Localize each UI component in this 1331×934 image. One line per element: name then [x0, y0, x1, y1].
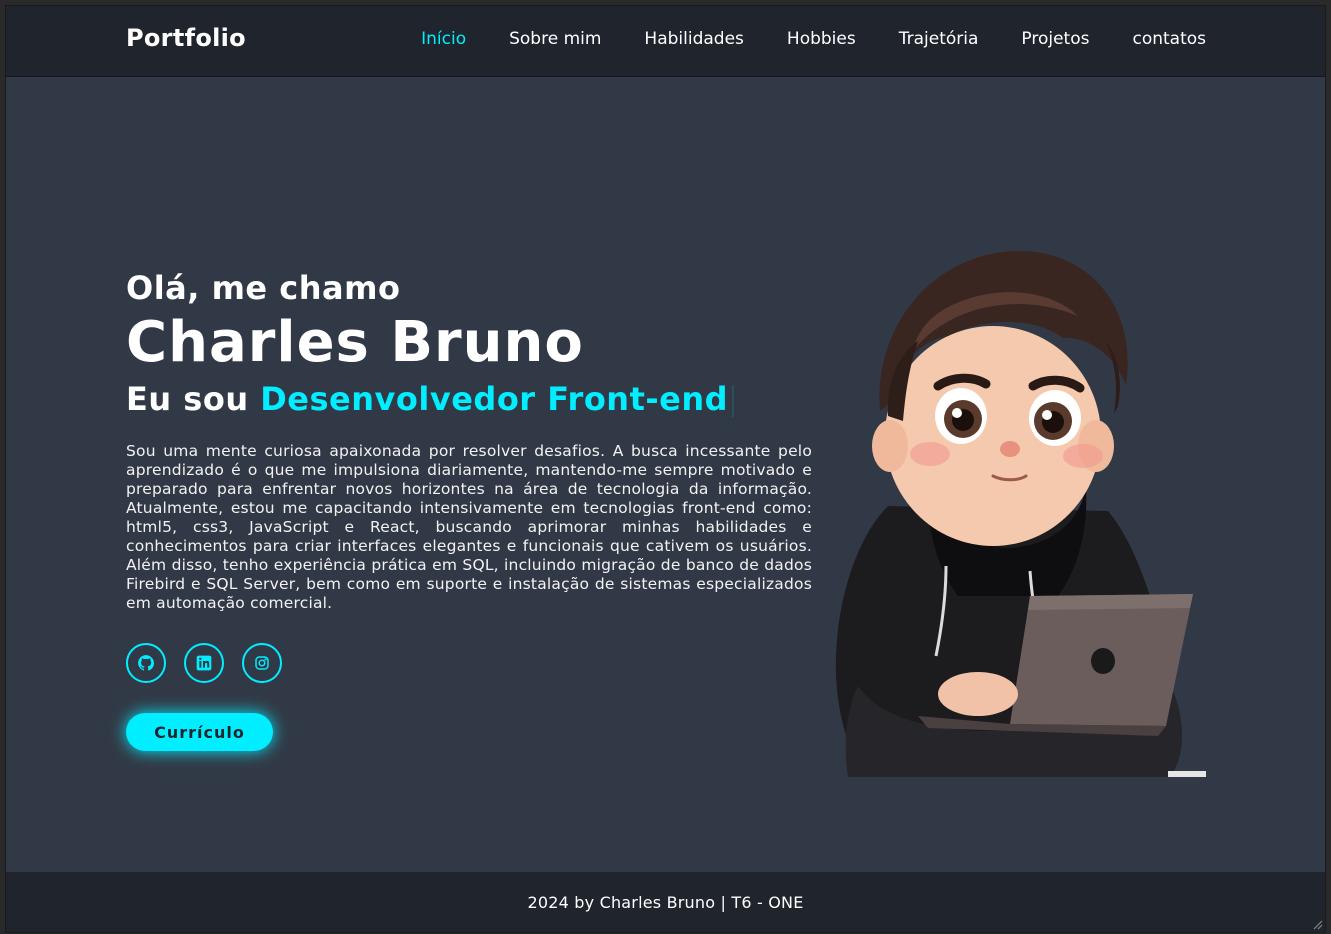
browser-viewport: Portfolio Início Sobre mim Habilidades H… — [5, 5, 1326, 933]
nav-link-inicio[interactable]: Início — [421, 29, 466, 49]
hero-section: Olá, me chamo Charles Bruno Eu sou Desen… — [126, 268, 812, 751]
linkedin-link[interactable] — [184, 643, 224, 683]
footer-text: 2024 by Charles Bruno | T6 - ONE — [527, 892, 804, 912]
resize-handle-icon[interactable] — [1311, 918, 1323, 930]
hero-bio: Sou uma mente curiosa apaixonada por res… — [126, 442, 812, 612]
role-highlight: Desenvolvedor Front-end — [260, 380, 729, 418]
nav-link-trajetoria[interactable]: Trajetória — [899, 29, 979, 49]
nav-link-contatos[interactable]: contatos — [1132, 29, 1206, 49]
instagram-icon — [255, 656, 269, 670]
curriculo-button[interactable]: Currículo — [126, 713, 273, 751]
avatar-illustration — [818, 236, 1206, 777]
hero-name: Charles Bruno — [126, 310, 584, 375]
github-link[interactable] — [126, 643, 166, 683]
hero-greeting: Olá, me chamo — [126, 269, 401, 307]
nav-link-sobre-mim[interactable]: Sobre mim — [509, 29, 601, 49]
site-footer: 2024 by Charles Bruno | T6 - ONE — [6, 872, 1325, 932]
site-header: Portfolio Início Sobre mim Habilidades H… — [6, 6, 1325, 77]
role-prefix: Eu sou — [126, 380, 249, 418]
nav-link-hobbies[interactable]: Hobbies — [787, 29, 856, 49]
github-icon — [138, 655, 155, 671]
instagram-link[interactable] — [242, 643, 282, 683]
nav-link-projetos[interactable]: Projetos — [1021, 29, 1089, 49]
avatar-image — [835, 250, 1206, 777]
linkedin-icon — [196, 655, 212, 671]
typing-cursor — [732, 385, 735, 417]
logo[interactable]: Portfolio — [126, 24, 246, 52]
social-links — [126, 643, 812, 683]
hero-role: Eu sou Desenvolvedor Front-end — [126, 378, 812, 420]
main-nav: Início Sobre mim Habilidades Hobbies Tra… — [378, 29, 1206, 49]
nav-link-habilidades[interactable]: Habilidades — [644, 29, 743, 49]
